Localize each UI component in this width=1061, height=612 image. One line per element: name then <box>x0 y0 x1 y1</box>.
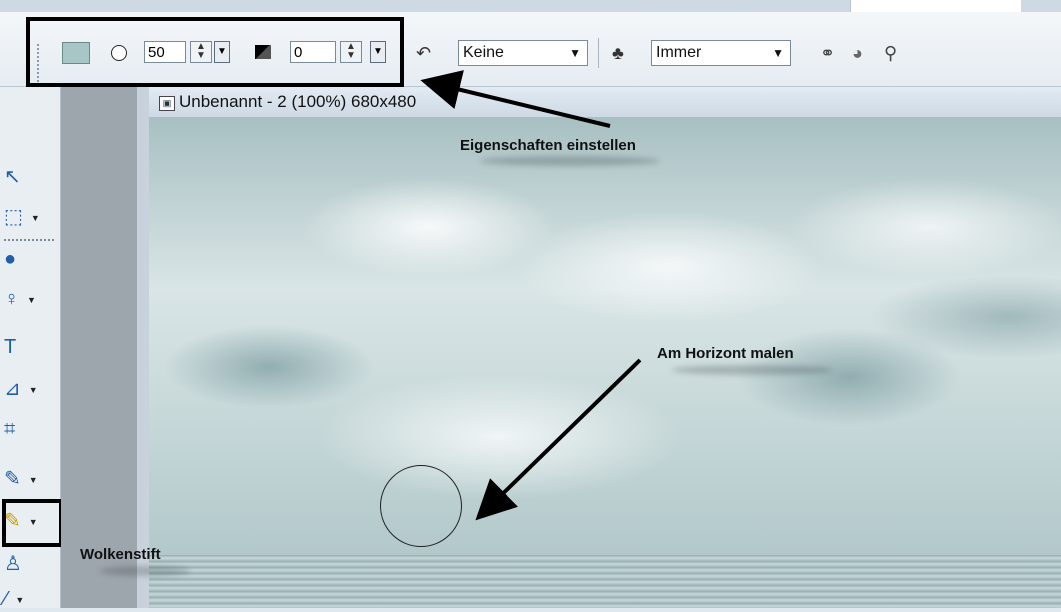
annotation-arrows <box>420 70 642 521</box>
horizon-arrow <box>475 358 642 521</box>
properties-arrow <box>420 70 611 128</box>
